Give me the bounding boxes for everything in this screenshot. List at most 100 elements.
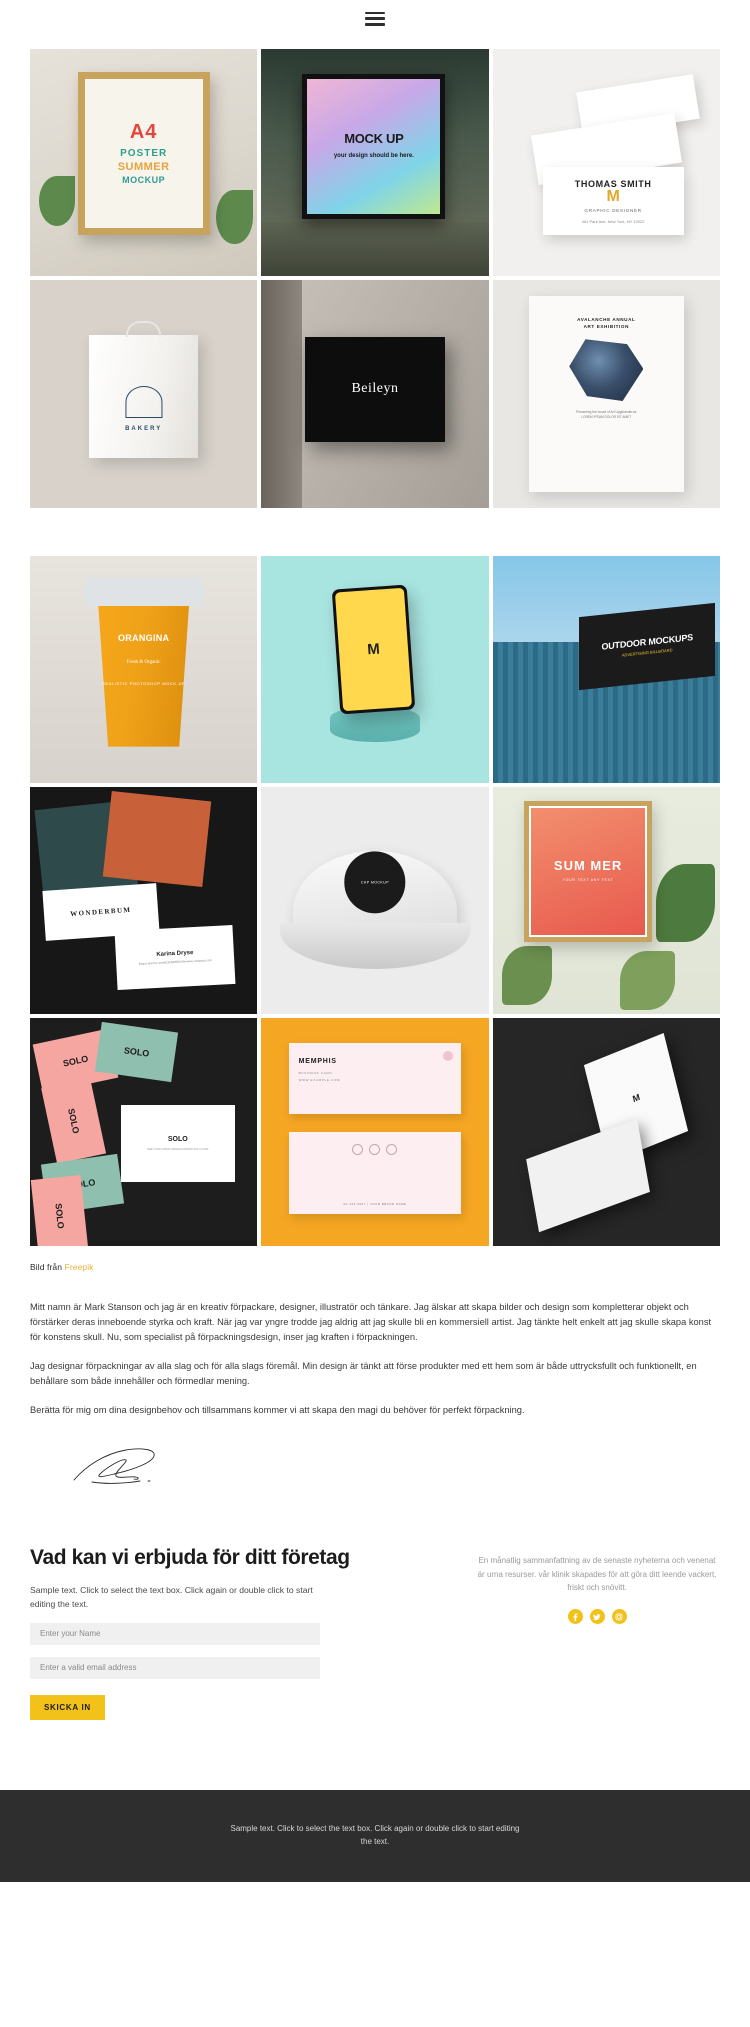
facebook-icon[interactable] [567, 1609, 583, 1625]
contact-left-column: Vad kan vi erbjuda för ditt företag Samp… [30, 1546, 450, 1720]
gallery-item-solo-cards-mockup[interactable]: SOLO SOLO SOLO SOLO SOLO SOLO SEE OUR LA… [30, 1018, 258, 1246]
gallery-item-phone-mockup[interactable]: M [261, 555, 489, 783]
memphis-icon-circle [369, 1143, 381, 1155]
signage-line-1: MOCK UP [344, 131, 404, 147]
paper-bag: BAKERY [89, 321, 199, 458]
business-card-scene: THOMAS SMITH M GRAPHIC DESIGNER 461 Park… [492, 49, 720, 277]
picture-frame: A4 POSTER SUMMER MOCKUP [77, 71, 210, 236]
memphis-scene: MEMPHIS BUSINESS CARD WWW.EXAMPLE.COM 00… [261, 1018, 489, 1246]
solo-white-sub: SEE OUR LATEST DESIGN\nWWW.SOLO.COM [147, 1146, 209, 1151]
page-root: A4 POSTER SUMMER MOCKUP MOCK UP your des… [0, 0, 750, 1882]
wonderbum-scene: WONDERBUM Karina Dryse Brand director at… [30, 786, 258, 1015]
poster-line-1: A4 [129, 121, 158, 144]
hamburger-bar [365, 17, 385, 20]
summer-frame: SUM MER YOUR TEXT ANY TEXT [524, 800, 652, 942]
envelope-scene: M [492, 1018, 720, 1246]
wonderbum-name: Karina Dryse [156, 949, 194, 958]
memphis-icon-circle [386, 1143, 398, 1155]
gallery-item-black-bag-mockup[interactable]: Beileyn [261, 280, 489, 508]
contact-section: Vad kan vi erbjuda för ditt företag Samp… [0, 1486, 750, 1720]
signage-line-2: your design should be here. [333, 152, 414, 159]
about-paragraph-3: Berätta för mig om dina designbehov och … [30, 1404, 525, 1415]
hamburger-menu-icon[interactable] [365, 11, 385, 26]
site-footer: Sample text. Click to select the text bo… [0, 1789, 750, 1882]
solo-scene: SOLO SOLO SOLO SOLO SOLO SOLO SEE OUR LA… [30, 1018, 258, 1246]
envelope-card-logo: M [631, 1091, 641, 1105]
paper-cup [97, 596, 190, 747]
hamburger-bar [365, 23, 385, 26]
memphis-dot [443, 1051, 454, 1062]
gallery-item-exhibition-poster-mockup[interactable]: AVALANCHE ANNUAL ART EXHIBITION Presenti… [492, 280, 720, 508]
memphis-footer: 00-123-4567 | YOUR BRAND NAME [343, 1201, 407, 1206]
gallery-item-paper-bag-mockup[interactable]: BAKERY [30, 280, 258, 508]
gallery-item-cap-mockup[interactable]: CAP MOCKUP [261, 786, 489, 1015]
solo-card: SOLO [40, 1077, 106, 1164]
twitter-icon[interactable] [589, 1609, 605, 1625]
gallery-item-wonderbum-cards-mockup[interactable]: WONDERBUM Karina Dryse Brand director at… [30, 786, 258, 1015]
solo-white-brand: SOLO [167, 1135, 188, 1143]
summer-line-1: SUM MER [553, 858, 623, 874]
cup-scene: ORANGINA Fresh & Organic REALISTIC PHOTO… [30, 555, 258, 783]
smartphone: M [332, 585, 416, 715]
poster-scene: A4 POSTER SUMMER MOCKUP [30, 49, 258, 277]
digital-signage: MOCK UP your design should be here. [302, 74, 446, 220]
summer-line-2: YOUR TEXT ANY TEXT [562, 877, 614, 882]
instagram-icon[interactable] [611, 1609, 627, 1625]
exhibition-title-1: AVALANCHE ANNUAL [577, 316, 636, 322]
card-address: 461 Park Ave, New York, NY 10022 [581, 218, 645, 224]
submit-button[interactable]: SKICKA IN [30, 1694, 105, 1720]
gallery-item-billboard-mockup[interactable]: OUTDOOR MOCKUPS ADVERTISING BILLBOARD [492, 555, 720, 783]
caption-prefix: Bild från [30, 1261, 65, 1272]
card-role: GRAPHIC DESIGNER [584, 207, 642, 213]
gallery-item-coffee-cup-mockup[interactable]: ORANGINA Fresh & Organic REALISTIC PHOTO… [30, 555, 258, 783]
gallery-top: A4 POSTER SUMMER MOCKUP MOCK UP your des… [0, 49, 750, 508]
card-monogram: M [606, 187, 620, 205]
front-business-card: THOMAS SMITH M GRAPHIC DESIGNER 461 Park… [542, 167, 684, 236]
about-copy: Mitt namn är Mark Stanson och jag är en … [0, 1272, 750, 1486]
gallery-item-city-screen-mockup[interactable]: MOCK UP your design should be here. [261, 49, 489, 277]
email-input[interactable] [30, 1656, 320, 1679]
bag-brand: BAKERY [125, 425, 163, 432]
memphis-title: MEMPHIS [298, 1058, 337, 1066]
cup-line-1: ORANGINA [117, 632, 170, 643]
envelope-sheet [526, 1118, 651, 1232]
wonderbum-contact-card: Karina Dryse Brand director at\nWONDERBU… [114, 924, 237, 991]
gallery-item-a4-poster-mockup[interactable]: A4 POSTER SUMMER MOCKUP [30, 49, 258, 277]
gallery-item-envelope-card-mockup[interactable]: M [492, 1018, 720, 1246]
about-paragraph-1: Mitt namn är Mark Stanson och jag är en … [30, 1301, 712, 1342]
wonderbum-brand: WONDERBUM [69, 905, 132, 919]
black-bag: Beileyn [304, 337, 446, 442]
freepik-link[interactable]: Freepik [65, 1262, 94, 1272]
signature-image [30, 1432, 720, 1486]
cap-scene: CAP MOCKUP [261, 786, 489, 1015]
contact-right-column: En månatlig sammanfattning av de senaste… [474, 1546, 720, 1720]
name-input[interactable] [30, 1622, 320, 1645]
gallery-item-memphis-card-mockup[interactable]: MEMPHIS BUSINESS CARD WWW.EXAMPLE.COM 00… [261, 1018, 489, 1246]
exhibition-title-2: ART EXHIBITION [583, 323, 629, 329]
gallery-item-business-card-mockup[interactable]: THOMAS SMITH M GRAPHIC DESIGNER 461 Park… [492, 49, 720, 277]
contact-heading: Vad kan vi erbjuda för ditt företag [30, 1545, 350, 1569]
black-bag-brand: Beileyn [351, 381, 399, 397]
poster-line-4: MOCKUP [122, 175, 166, 186]
city-scene: MOCK UP your design should be here. [261, 49, 489, 277]
billboard: OUTDOOR MOCKUPS ADVERTISING BILLBOARD [579, 603, 716, 691]
poster-line-2: POSTER [120, 148, 168, 160]
solo-card: SOLO [30, 1175, 89, 1246]
exhibition-artwork [569, 339, 644, 402]
exhibition-poster: AVALANCHE ANNUAL ART EXHIBITION Presenti… [529, 296, 684, 492]
site-header [0, 0, 750, 37]
memphis-icon-circle [352, 1143, 364, 1155]
gallery-bottom: ORANGINA Fresh & Organic REALISTIC PHOTO… [0, 555, 750, 1246]
gallery-item-summer-poster-mockup[interactable]: SUM MER YOUR TEXT ANY TEXT [492, 786, 720, 1015]
bag-logo-arch [125, 386, 163, 419]
cup-line-2: Fresh & Organic [126, 660, 161, 666]
bag-handle [126, 321, 162, 338]
memphis-web: WWW.EXAMPLE.COM [298, 1078, 341, 1083]
newsletter-text: En månatlig sammanfattning av de senaste… [477, 1555, 717, 1593]
billboard-line-2: ADVERTISING BILLBOARD [621, 647, 673, 658]
phone-scene: M [261, 555, 489, 783]
black-bag-scene: Beileyn [261, 280, 489, 508]
exhibition-scene: AVALANCHE ANNUAL ART EXHIBITION Presenti… [492, 280, 720, 508]
contact-subtext: Sample text. Click to select the text bo… [30, 1585, 313, 1609]
wonderbum-sub: Brand director at\nWONDERBUM\nwww.compan… [139, 957, 213, 966]
